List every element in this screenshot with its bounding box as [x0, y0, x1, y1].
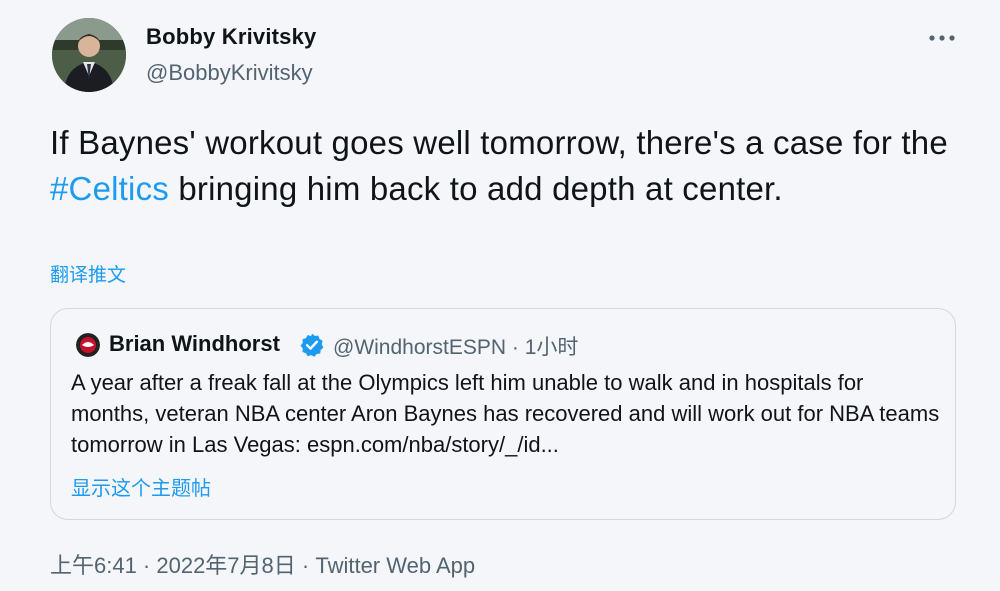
verified-badge-icon: [299, 332, 325, 358]
author-name[interactable]: Bobby Krivitsky: [146, 24, 317, 50]
quote-author-avatar: [76, 333, 100, 357]
tweet-text-start: If Baynes' workout goes well tomorrow, t…: [50, 124, 948, 161]
tweet-metadata: 上午6:41 · 2022年7月8日 · Twitter Web App: [50, 548, 475, 580]
author-handle[interactable]: @BobbyKrivitsky: [146, 60, 313, 86]
quote-text: A year after a freak fall at the Olympic…: [71, 370, 940, 457]
author-avatar[interactable]: [52, 18, 126, 92]
quoted-tweet[interactable]: Brian Windhorst @WindhorstESPN · 1小时 A y…: [50, 308, 956, 520]
quote-author-handle: @WindhorstESPN · 1小时: [333, 336, 579, 359]
tweet-text: If Baynes' workout goes well tomorrow, t…: [50, 120, 950, 212]
tweet-timestamp[interactable]: 上午6:41 · 2022年7月8日 ·: [50, 553, 315, 578]
tweet-card: Bobby Krivitsky @BobbyKrivitsky If Bayne…: [0, 0, 1000, 591]
show-thread-link[interactable]: 显示这个主题帖: [71, 472, 211, 501]
tweet-text-end: bringing him back to add depth at center…: [168, 170, 783, 207]
source-app-link[interactable]: Twitter Web App: [315, 553, 475, 578]
translate-tweet-link[interactable]: 翻译推文: [50, 260, 126, 287]
more-horizontal-icon[interactable]: [927, 28, 957, 48]
quote-author-name: Brian Windhorst: [109, 331, 280, 356]
hashtag-link[interactable]: #Celtics: [50, 170, 169, 207]
